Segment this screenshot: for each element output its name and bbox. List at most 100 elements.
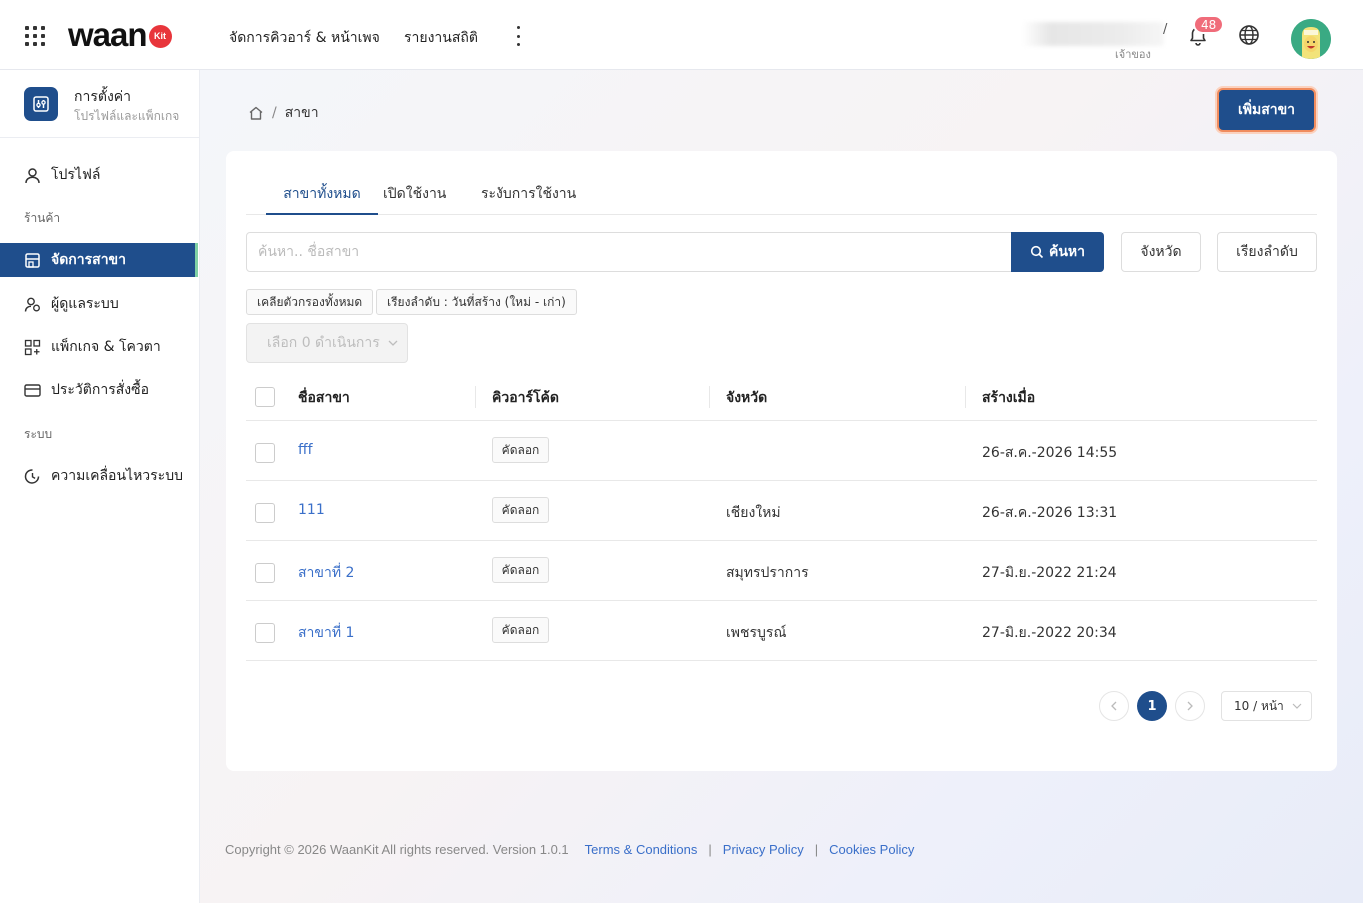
tab-all-branches[interactable]: สาขาทั้งหมด — [266, 183, 378, 215]
branches-table: ชื่อสาขา คิวอาร์โค้ด จังหวัด สร้างเมื่อ … — [246, 373, 1317, 661]
tab-active[interactable]: เปิดใช้งาน — [383, 183, 446, 215]
more-menu-icon[interactable] — [512, 26, 524, 46]
sidebar-section-system: ระบบ — [24, 427, 53, 441]
next-page-button[interactable] — [1175, 691, 1205, 721]
search-button-label: ค้นหา — [1048, 244, 1086, 260]
search-input[interactable] — [246, 232, 1012, 272]
chevron-left-icon — [1111, 701, 1117, 711]
nav-statistics[interactable]: รายงานสถิติ — [404, 27, 478, 49]
notification-badge: 48 — [1193, 15, 1225, 34]
row-checkbox[interactable] — [255, 503, 275, 523]
breadcrumb: / สาขา — [248, 102, 319, 124]
column-divider — [475, 386, 476, 408]
users-icon — [24, 296, 41, 313]
sidebar-item-admins[interactable]: ผู้ดูแลระบบ — [0, 287, 198, 321]
bulk-action-label: เลือก 0 ดำเนินการ — [267, 335, 380, 351]
avatar-illustration — [1291, 19, 1331, 59]
tab-suspended[interactable]: ระงับการใช้งาน — [481, 183, 576, 215]
apps-grid-icon[interactable] — [25, 26, 47, 46]
logo-text: waan — [68, 16, 148, 53]
home-icon[interactable] — [248, 105, 264, 121]
sidebar-title: การตั้งค่า — [74, 89, 132, 105]
sidebar-subtitle: โปรไฟล์และแพ็กเกจ — [74, 109, 180, 123]
chevron-right-icon — [1187, 701, 1193, 711]
branch-created: 27-มิ.ย.-2022 20:34 — [982, 625, 1117, 641]
province-filter-button[interactable]: จังหวัด — [1121, 232, 1201, 272]
clear-filters-chip[interactable]: เคลียตัวกรองทั้งหมด — [246, 289, 374, 315]
copy-qr-button[interactable]: คัดลอก — [492, 617, 549, 643]
table-row: สาขาที่ 1 คัดลอก เพชรบูรณ์ 27-มิ.ย.-2022… — [246, 601, 1317, 661]
user-role: เจ้าของ — [1115, 48, 1151, 61]
page-number-current[interactable]: 1 — [1137, 691, 1167, 721]
row-checkbox[interactable] — [255, 563, 275, 583]
settings-sliders-icon — [24, 87, 58, 121]
user-slash: / — [1163, 22, 1168, 37]
table-header: ชื่อสาขา คิวอาร์โค้ด จังหวัด สร้างเมื่อ — [246, 373, 1317, 421]
branch-created: 26-ส.ค.-2026 14:55 — [982, 445, 1118, 461]
select-all-checkbox[interactable] — [255, 387, 275, 407]
branch-created: 26-ส.ค.-2026 13:31 — [982, 505, 1118, 521]
main-content: / สาขา เพิ่มสาขา สาขาทั้งหมด เปิดใช้งาน … — [200, 70, 1363, 903]
avatar[interactable] — [1291, 19, 1331, 59]
copy-qr-button[interactable]: คัดลอก — [492, 437, 549, 463]
terms-link[interactable]: Terms & Conditions — [585, 842, 698, 857]
sidebar-item-activity[interactable]: ความเคลื่อนไหวระบบ — [0, 459, 198, 493]
footer: Copyright © 2026 WaanKit All rights rese… — [225, 842, 914, 857]
column-header-name[interactable]: ชื่อสาขา — [298, 387, 350, 409]
sidebar-item-label: โปรไฟล์ — [51, 167, 101, 183]
sidebar-item-label: ประวัติการสั่งซื้อ — [51, 382, 150, 398]
bulk-action-select: เลือก 0 ดำเนินการ — [246, 323, 408, 363]
row-checkbox[interactable] — [255, 623, 275, 643]
page-size-select[interactable]: 10 / หน้า — [1221, 691, 1312, 721]
add-branch-button[interactable]: เพิ่มสาขา — [1217, 88, 1316, 132]
tab-bar: สาขาทั้งหมด เปิดใช้งาน ระงับการใช้งาน — [246, 181, 1317, 215]
sort-chip[interactable]: เรียงลำดับ : วันที่สร้าง (ใหม่ - เก่า) — [376, 289, 577, 315]
branch-name-link[interactable]: สาขาที่ 1 — [298, 622, 354, 644]
branch-province: สมุทรปราการ — [726, 565, 809, 581]
privacy-link[interactable]: Privacy Policy — [723, 842, 804, 857]
column-header-province[interactable]: จังหวัด — [726, 387, 767, 409]
cookies-link[interactable]: Cookies Policy — [829, 842, 914, 857]
copyright-text: Copyright © 2026 WaanKit All rights rese… — [225, 842, 569, 857]
globe-icon[interactable] — [1238, 24, 1260, 46]
sidebar-item-label: จัดการสาขา — [51, 252, 126, 268]
logo-badge: Kit — [148, 24, 172, 48]
breadcrumb-current: สาขา — [284, 105, 319, 121]
footer-separator: | — [708, 842, 712, 857]
chevron-down-icon — [1292, 703, 1302, 709]
page-size-value: 10 / หน้า — [1234, 698, 1284, 713]
footer-separator: | — [814, 842, 819, 857]
sidebar-item-profile[interactable]: โปรไฟล์ — [0, 158, 198, 192]
search-icon — [1030, 245, 1044, 259]
branch-province: เพชรบูรณ์ — [726, 625, 787, 641]
branches-card: สาขาทั้งหมด เปิดใช้งาน ระงับการใช้งาน ค้… — [226, 151, 1337, 771]
branch-province: เชียงใหม่ — [726, 505, 781, 521]
user-name-redacted[interactable] — [1022, 22, 1164, 46]
nav-qr-pages[interactable]: จัดการคิวอาร์ & หน้าเพจ — [229, 27, 380, 49]
waankit-logo[interactable]: waan Kit — [68, 17, 172, 53]
branch-name-link[interactable]: fff — [298, 442, 313, 458]
prev-page-button[interactable] — [1099, 691, 1129, 721]
column-header-qr[interactable]: คิวอาร์โค้ด — [492, 387, 559, 409]
table-row: 111 คัดลอก เชียงใหม่ 26-ส.ค.-2026 13:31 — [246, 481, 1317, 541]
store-icon — [24, 252, 41, 269]
top-header: waan Kit จัดการคิวอาร์ & หน้าเพจ รายงานส… — [0, 0, 1363, 70]
sidebar-item-branches[interactable]: จัดการสาขา — [0, 243, 198, 277]
row-checkbox[interactable] — [255, 443, 275, 463]
column-divider — [965, 386, 966, 408]
user-icon — [24, 167, 41, 184]
sidebar-item-packages[interactable]: แพ็กเกจ & โควตา — [0, 330, 198, 364]
sort-button[interactable]: เรียงลำดับ — [1217, 232, 1317, 272]
chevron-down-icon — [388, 340, 398, 346]
column-header-created[interactable]: สร้างเมื่อ — [982, 387, 1035, 409]
copy-qr-button[interactable]: คัดลอก — [492, 557, 549, 583]
sidebar-item-label: แพ็กเกจ & โควตา — [51, 339, 161, 355]
table-row: สาขาที่ 2 คัดลอก สมุทรปราการ 27-มิ.ย.-20… — [246, 541, 1317, 601]
copy-qr-button[interactable]: คัดลอก — [492, 497, 549, 523]
branch-name-link[interactable]: สาขาที่ 2 — [298, 562, 354, 584]
branch-name-link[interactable]: 111 — [298, 502, 325, 518]
sidebar-item-orders[interactable]: ประวัติการสั่งซื้อ — [0, 373, 198, 407]
search-button[interactable]: ค้นหา — [1011, 232, 1104, 272]
table-row: fff คัดลอก 26-ส.ค.-2026 14:55 — [246, 421, 1317, 481]
sidebar-section-shop: ร้านค้า — [24, 211, 61, 225]
